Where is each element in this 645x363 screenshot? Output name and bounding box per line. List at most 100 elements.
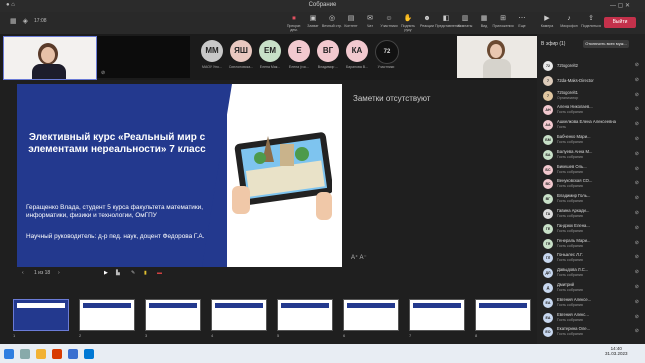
mic-off-icon[interactable]: ⊘ (635, 92, 639, 98)
participant-avatar[interactable]: КА (346, 40, 368, 62)
slide-thumbnail[interactable] (13, 299, 69, 331)
start-icon[interactable] (4, 349, 14, 359)
next-slide-icon[interactable]: › (58, 270, 60, 276)
mic-off-icon[interactable]: ⊘ (635, 269, 639, 275)
participant-name: Ашкелкова Елена Алексеевна (557, 119, 616, 125)
participant-row[interactable]: 7 72da-Maks-Director ⊘ (541, 74, 641, 88)
mic-off-icon[interactable]: ⊘ (635, 210, 639, 216)
mic-off-icon[interactable]: ⊘ (635, 299, 639, 305)
presenter-video[interactable] (3, 36, 97, 80)
slide-thumbnail[interactable] (211, 299, 267, 331)
pointer-icon[interactable]: ▙ (116, 270, 120, 276)
mic-off-icon[interactable]: ⊘ (635, 254, 639, 260)
participant-row[interactable]: БС Бикешев Оль... Гость собрания ⊘ (541, 163, 641, 177)
participant-name: Бикешев Оль... (557, 163, 587, 169)
participant-avatar[interactable]: 72 (375, 40, 399, 64)
participant-avatar[interactable]: ММ (201, 40, 223, 62)
participant-row[interactable]: 72 72togorelt2 ⊘ (541, 59, 641, 73)
participant-avatar: ВС (543, 179, 553, 190)
mic-off-icon[interactable]: ⊘ (635, 77, 639, 83)
play-icon[interactable]: ▶ (104, 270, 108, 276)
browser-icon[interactable] (84, 349, 94, 359)
participant-row[interactable]: ГА Гавина Аркади... Гость собрания ⊘ (541, 207, 641, 221)
participant-row[interactable]: ВС Венуковская СО... Гость собрания ⊘ (541, 177, 641, 191)
shield-icon[interactable]: ◈ (23, 17, 28, 25)
slide-thumbnail[interactable] (277, 299, 333, 331)
toolbar-button[interactable]: ⇪ Поделиться (580, 15, 602, 28)
participant-row[interactable]: ГЛ Гоньалес Л.Г. Гость собрания ⊘ (541, 251, 641, 265)
participant-role: Гость собрания (557, 288, 583, 292)
clock-date: 31.03.2023 (605, 351, 628, 356)
participant-video[interactable] (457, 36, 537, 78)
highlighter-icon[interactable]: ▮ (144, 270, 147, 276)
mic-off-icon[interactable]: ⊘ (635, 284, 639, 290)
participant-avatar[interactable]: ВГ (317, 40, 339, 62)
mic-off-icon[interactable]: ⊘ (635, 136, 639, 142)
participant-row[interactable]: ДЛ Давыдова Л.С... Гость собрания ⊘ (541, 266, 641, 280)
thumbnail-heading (281, 303, 329, 308)
participant-name: Венуковская СО... (557, 178, 593, 184)
mic-off-icon[interactable]: ⊘ (635, 151, 639, 157)
participant-row[interactable]: БА Балуева Анна М... Гость собрания ⊘ (541, 148, 641, 162)
mic-off-icon[interactable]: ⊘ (635, 106, 639, 112)
toolbar-button[interactable]: ♪ Микрофон (558, 15, 580, 28)
mute-all-button[interactable]: Отключить всех муж... (583, 40, 629, 48)
participant-role: Гость собрания (557, 184, 583, 189)
mic-off-icon[interactable]: ⊘ (635, 166, 639, 172)
black-video-tile[interactable]: ⊘ (97, 36, 190, 78)
mic-off-icon[interactable]: ⊘ (635, 180, 639, 186)
slide-thumbnail[interactable] (79, 299, 135, 331)
participant-row[interactable]: ВГ Владимир Голь... Гость собрания ⊘ (541, 192, 641, 206)
mic-off-icon[interactable]: ⊘ (635, 62, 639, 68)
participant-avatar: ГЯ (543, 238, 553, 249)
grid-icon[interactable]: ▦ (10, 17, 17, 25)
chat-icon: ✉ (367, 15, 373, 22)
thumbnail-number: 4 (211, 333, 214, 338)
mic-off-icon[interactable]: ⊘ (635, 240, 639, 246)
slide-thumbnail[interactable] (409, 299, 465, 331)
mic-off-icon[interactable]: ⊘ (635, 195, 639, 201)
toolbar-button[interactable]: ▶ Камера (536, 15, 558, 28)
pen-icon[interactable]: ✎ (131, 270, 135, 276)
participant-row[interactable]: ГЯ Генераль Мари... Гость собрания ⊘ (541, 237, 641, 251)
font-size-controls[interactable]: A⁺ A⁻ (351, 254, 367, 261)
slide-thumbnail[interactable] (145, 299, 201, 331)
slide-supervisor: Научный руководитель: д-р пед. наук, доц… (26, 233, 205, 240)
participant-avatar[interactable]: Е (288, 40, 310, 62)
mic-off-icon[interactable]: ⊘ (635, 225, 639, 231)
mic-off-icon[interactable]: ⊘ (635, 121, 639, 127)
mic-off-icon[interactable]: ⊘ (635, 314, 639, 320)
participant-row[interactable]: АН Алена Николаев... Гость собрания ⊘ (541, 103, 641, 117)
participant-role: Гость собрания (557, 332, 583, 337)
participant-row[interactable]: 7 72togorelt1 Организатор ⊘ (541, 89, 641, 103)
participant-row[interactable]: ГЕ Гандзюк Елена... Гость собрания ⊘ (541, 222, 641, 236)
participant-avatar: ДЛ (543, 268, 553, 279)
participant-row[interactable]: ЕО Екатерина Оле... Гость собрания ⊘ (541, 325, 641, 339)
search-icon[interactable] (20, 349, 30, 359)
participant-row[interactable]: ЕА Евгения Алекс... Гость собрания ⊘ (541, 311, 641, 325)
eraser-icon[interactable]: ▬ (157, 270, 162, 276)
prev-slide-icon[interactable]: ‹ (22, 270, 24, 276)
participant-row[interactable]: БМ Бабченко Мари... Гость собрания ⊘ (541, 133, 641, 147)
participant-avatar: ЕО (543, 327, 553, 338)
window-controls[interactable]: — ▢ ✕ (610, 2, 630, 9)
toolbar-button[interactable]: ⋯ Еще (511, 15, 533, 28)
participant-name: Дмитрий (557, 282, 574, 287)
office-icon[interactable] (52, 349, 62, 359)
participant-avatar: ВГ (543, 194, 553, 205)
leave-button[interactable]: Выйти (604, 17, 636, 28)
mic-off-icon[interactable]: ⊘ (635, 328, 639, 334)
slide-thumbnail[interactable] (343, 299, 399, 331)
explorer-icon[interactable] (36, 349, 46, 359)
slide-thumbnail[interactable] (475, 299, 531, 331)
toolbar-button-label: Еще (518, 24, 526, 28)
participant-name: Гандзюк Елена... (557, 222, 590, 228)
participant-avatar[interactable]: ЯШ (230, 40, 252, 62)
participant-avatar: ЕА (543, 297, 553, 308)
participant-avatar[interactable]: ЕМ (259, 40, 281, 62)
participant-row[interactable]: Д Дмитрий Гость собрания ⊘ (541, 281, 641, 295)
participant-row[interactable]: АА Ашкелкова Елена Алексеевна Гость ⊘ (541, 118, 641, 132)
participant-role: Гость собрания (557, 258, 583, 263)
word-icon[interactable] (68, 349, 78, 359)
participant-row[interactable]: ЕА Евгения Алексе... Гость собрания ⊘ (541, 296, 641, 310)
